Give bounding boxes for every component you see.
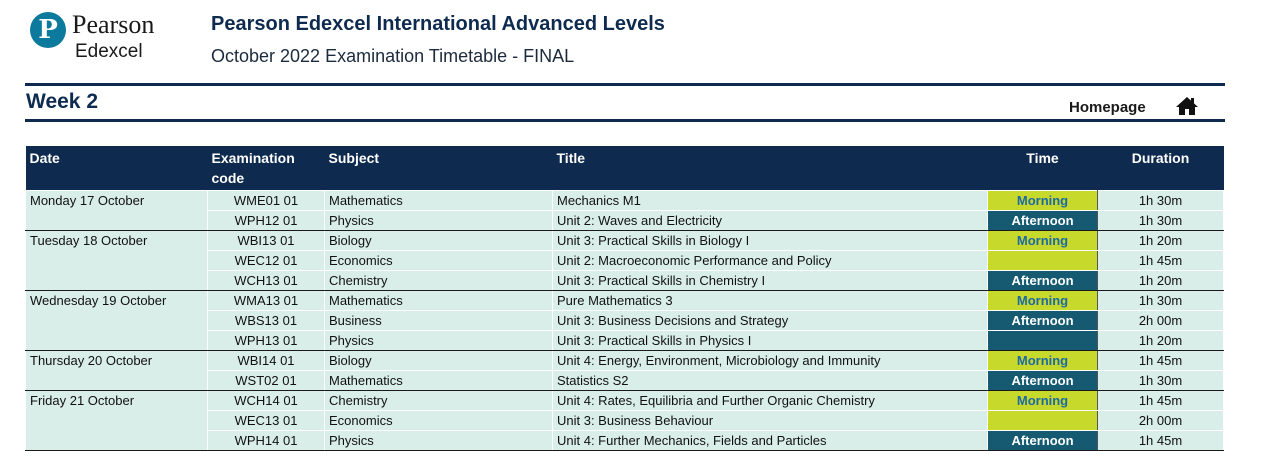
- table-row: Wednesday 19 October WMA13 01 Mathematic…: [25, 290, 1224, 351]
- exam-code-cell: WBI14 01: [207, 350, 325, 371]
- duration-cell: 1h 45m: [1097, 430, 1224, 451]
- logo-wordmark-pearson: Pearson: [72, 10, 155, 39]
- subject-cell: Physics: [324, 210, 553, 231]
- exam-code-cell: WPH14 01: [207, 430, 325, 451]
- title-cell: Statistics S2: [552, 370, 988, 391]
- title-cell: Unit 3: Practical Skills in Biology I: [552, 230, 988, 251]
- col-header-date: Date: [25, 146, 208, 191]
- subject-cell: Biology: [324, 350, 553, 371]
- subject-cell: Economics: [324, 250, 553, 271]
- homepage-link[interactable]: Homepage: [1069, 99, 1146, 116]
- col-header-title: Title: [552, 146, 988, 191]
- time-cell: Afternoon: [987, 270, 1098, 291]
- col-header-code: Examination code: [207, 146, 325, 191]
- home-icon[interactable]: [1175, 96, 1199, 116]
- week-heading: Week 2: [26, 90, 98, 113]
- exam-code-cell: WCH14 01: [207, 390, 325, 411]
- title-cell: Pure Mathematics 3: [552, 290, 988, 311]
- date-cell: Monday 17 October: [25, 190, 208, 231]
- exam-code-cell: WME01 01: [207, 190, 325, 211]
- time-cell: [987, 330, 1098, 351]
- date-cell: Friday 21 October: [25, 390, 208, 451]
- time-cell: Morning: [987, 190, 1098, 211]
- title-cell: Unit 4: Energy, Environment, Microbiolog…: [552, 350, 988, 371]
- duration-cell: 1h 20m: [1097, 330, 1224, 351]
- exam-code-cell: WMA13 01: [207, 290, 325, 311]
- time-cell: Morning: [987, 350, 1098, 371]
- date-cell: Tuesday 18 October: [25, 230, 208, 291]
- header-divider: [25, 83, 1225, 86]
- duration-cell: 1h 30m: [1097, 210, 1224, 231]
- title-cell: Unit 2: Macroeconomic Performance and Po…: [552, 250, 988, 271]
- subject-cell: Physics: [324, 430, 553, 451]
- time-cell: Afternoon: [987, 370, 1098, 391]
- subject-cell: Business: [324, 310, 553, 331]
- table-header-row: Date Examination code Subject Title Time…: [25, 146, 1224, 191]
- title-cell: Unit 3: Practical Skills in Chemistry I: [552, 270, 988, 291]
- table-row: Monday 17 October WME01 01 Mathematics M…: [25, 190, 1224, 231]
- duration-cell: 1h 20m: [1097, 270, 1224, 291]
- duration-cell: 1h 30m: [1097, 370, 1224, 391]
- page-subtitle: October 2022 Examination Timetable - FIN…: [211, 46, 575, 66]
- duration-cell: 2h 00m: [1097, 410, 1224, 431]
- time-cell: Afternoon: [987, 310, 1098, 331]
- section-divider: [25, 119, 1225, 122]
- time-cell: Morning: [987, 290, 1098, 311]
- exam-code-cell: WST02 01: [207, 370, 325, 391]
- table-row: Friday 21 October WCH14 01 Chemistry Uni…: [25, 390, 1224, 451]
- title-cell: Unit 4: Further Mechanics, Fields and Pa…: [552, 430, 988, 451]
- exam-code-cell: WPH12 01: [207, 210, 325, 231]
- time-cell: Morning: [987, 390, 1098, 411]
- exam-code-cell: WBI13 01: [207, 230, 325, 251]
- duration-cell: 1h 20m: [1097, 230, 1224, 251]
- col-header-subject: Subject: [324, 146, 553, 191]
- exam-code-cell: WCH13 01: [207, 270, 325, 291]
- title-cell: Unit 2: Waves and Electricity: [552, 210, 988, 231]
- duration-cell: 1h 45m: [1097, 390, 1224, 411]
- duration-cell: 1h 45m: [1097, 250, 1224, 271]
- subject-cell: Mathematics: [324, 190, 553, 211]
- time-cell: Morning: [987, 230, 1098, 251]
- title-cell: Unit 4: Rates, Equilibria and Further Or…: [552, 390, 988, 411]
- title-cell: Unit 3: Business Decisions and Strategy: [552, 310, 988, 331]
- exam-timetable: Date Examination code Subject Title Time…: [25, 146, 1224, 451]
- duration-cell: 1h 30m: [1097, 190, 1224, 211]
- subject-cell: Physics: [324, 330, 553, 351]
- exam-code-cell: WBS13 01: [207, 310, 325, 331]
- pearson-logo-icon: P: [30, 12, 66, 48]
- page-title: Pearson Edexcel International Advanced L…: [211, 13, 665, 35]
- table-row: Thursday 20 October WBI14 01 Biology Uni…: [25, 350, 1224, 391]
- subject-cell: Biology: [324, 230, 553, 251]
- subject-cell: Mathematics: [324, 370, 553, 391]
- time-cell: [987, 250, 1098, 271]
- title-cell: Unit 3: Business Behaviour: [552, 410, 988, 431]
- exam-code-cell: WEC12 01: [207, 250, 325, 271]
- exam-code-cell: WPH13 01: [207, 330, 325, 351]
- date-cell: Thursday 20 October: [25, 350, 208, 391]
- title-cell: Mechanics M1: [552, 190, 988, 211]
- subject-cell: Economics: [324, 410, 553, 431]
- logo-wordmark-edexcel: Edexcel: [75, 41, 143, 62]
- duration-cell: 1h 45m: [1097, 350, 1224, 371]
- col-header-duration: Duration: [1097, 146, 1224, 191]
- subject-cell: Chemistry: [324, 390, 553, 411]
- time-cell: [987, 410, 1098, 431]
- date-cell: Wednesday 19 October: [25, 290, 208, 351]
- col-header-time: Time: [987, 146, 1098, 191]
- duration-cell: 1h 30m: [1097, 290, 1224, 311]
- table-row: Tuesday 18 October WBI13 01 Biology Unit…: [25, 230, 1224, 291]
- time-cell: Afternoon: [987, 430, 1098, 451]
- time-cell: Afternoon: [987, 210, 1098, 231]
- subject-cell: Chemistry: [324, 270, 553, 291]
- subject-cell: Mathematics: [324, 290, 553, 311]
- title-cell: Unit 3: Practical Skills in Physics I: [552, 330, 988, 351]
- exam-code-cell: WEC13 01: [207, 410, 325, 431]
- duration-cell: 2h 00m: [1097, 310, 1224, 331]
